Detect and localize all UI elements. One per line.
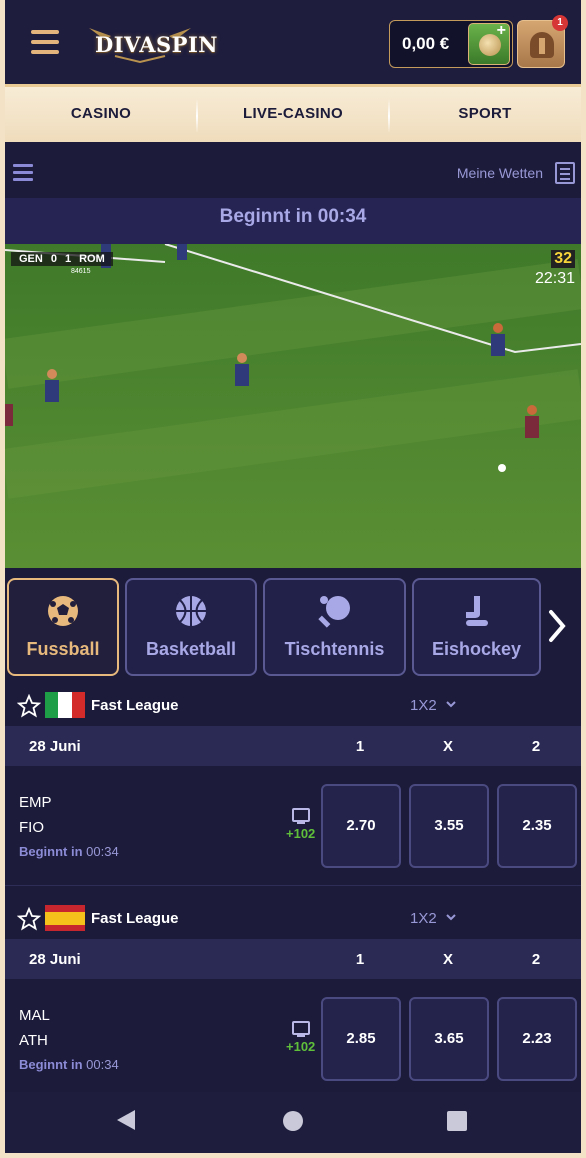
start-info: Beginnt in 00:34 [19, 1057, 119, 1072]
odd-home-button[interactable]: 2.85 [321, 997, 401, 1081]
starts-label: Beginnt in [19, 1057, 83, 1072]
recent-apps-icon[interactable] [447, 1111, 467, 1131]
date-header: 28 Juni 1 X 2 [5, 939, 581, 979]
deposit-button[interactable]: + [468, 22, 510, 65]
league-header: Fast League 1X2 [5, 684, 581, 728]
italy-flag-icon [45, 692, 85, 718]
match-clock: 32 22:31 [535, 250, 575, 288]
balance-amount: 0,00 € [402, 34, 450, 53]
tv-icon [292, 1021, 310, 1037]
tv-icon [292, 808, 310, 824]
starts-time: 00:34 [86, 844, 119, 859]
sport-tabs: Fussball Basketball Tischtennis Eishocke… [5, 568, 581, 684]
market-selector[interactable]: 1X2 [410, 910, 437, 927]
match-date: 28 Juni [29, 951, 81, 968]
home-team: EMP [19, 794, 52, 811]
main-nav: CASINO LIVE-CASINO SPORT [5, 84, 581, 142]
col-away: 2 [531, 738, 541, 755]
ice-hockey-icon [465, 596, 488, 626]
match-row[interactable]: MAL ATH Beginnt in 00:34 +102 2.85 3.65 … [5, 981, 581, 1099]
tab-tischtennis[interactable]: Tischtennis [263, 578, 406, 676]
chevron-right-icon[interactable] [547, 608, 567, 644]
odd-draw-button[interactable]: 3.55 [409, 784, 489, 868]
app-frame: DIVASPIN 0,00 € + 1 CASINO LIVE-CASINO S… [5, 0, 581, 1153]
nav-live-casino[interactable]: LIVE-CASINO [197, 105, 389, 122]
tab-fussball[interactable]: Fussball [7, 578, 119, 676]
match-minute: 32 [551, 250, 575, 268]
odd-away-button[interactable]: 2.35 [497, 784, 577, 868]
away-team: ATH [19, 1032, 48, 1049]
starts-label: Beginnt in [19, 844, 83, 859]
match-date: 28 Juni [29, 738, 81, 755]
tab-basketball[interactable]: Basketball [125, 578, 257, 676]
odd-away-button[interactable]: 2.23 [497, 997, 577, 1081]
league-name: Fast League [91, 697, 179, 714]
away-score: 1 [64, 253, 72, 265]
match-row[interactable]: EMP FIO Beginnt in 00:34 +102 2.70 3.55 … [5, 768, 581, 886]
live-video[interactable]: GEN 0 1 ROM 84615 32 22:31 [5, 244, 581, 568]
my-bets-link[interactable]: Meine Wetten [457, 165, 543, 181]
tab-eishockey[interactable]: Eishockey [412, 578, 541, 676]
league-header: Fast League 1X2 [5, 897, 581, 941]
nav-casino[interactable]: CASINO [5, 105, 197, 122]
col-draw: X [442, 951, 453, 968]
tab-label: Eishockey [431, 639, 522, 659]
date-header: 28 Juni 1 X 2 [5, 726, 581, 766]
match-time: 22:31 [534, 270, 575, 287]
chevron-down-icon[interactable] [445, 698, 457, 710]
away-team: FIO [19, 819, 44, 836]
balance-box[interactable]: 0,00 € + [389, 20, 513, 68]
basketball-icon [176, 596, 206, 626]
home-score: 0 [50, 253, 57, 265]
scoreboard: GEN 0 1 ROM [11, 252, 113, 266]
helmet-icon [530, 32, 554, 58]
logo[interactable]: DIVASPIN [85, 22, 217, 64]
star-icon[interactable] [17, 907, 41, 931]
odd-home-button[interactable]: 2.70 [321, 784, 401, 868]
col-away: 2 [531, 951, 541, 968]
more-markets[interactable]: +102 [286, 826, 315, 841]
countdown-text: Beginnt in 00:34 [219, 206, 367, 227]
sport-header: Meine Wetten [5, 150, 581, 198]
top-bar: DIVASPIN 0,00 € + 1 [5, 0, 581, 84]
bet-slip-icon[interactable] [555, 162, 575, 184]
event-id: 84615 [71, 268, 91, 275]
table-tennis-icon [317, 596, 350, 628]
system-nav-bar [5, 1092, 581, 1153]
tab-label: Tischtennis [284, 639, 385, 659]
home-icon[interactable] [283, 1111, 303, 1131]
home-team: MAL [19, 1007, 50, 1024]
market-selector[interactable]: 1X2 [410, 697, 437, 714]
star-icon[interactable] [17, 694, 41, 718]
plus-icon: + [496, 22, 506, 39]
pitch-image [5, 244, 581, 568]
profile-button[interactable]: 1 [517, 15, 568, 68]
hamburger-menu-icon[interactable] [31, 30, 59, 54]
back-icon[interactable] [117, 1110, 135, 1130]
logo-text: DIVASPIN [95, 32, 218, 57]
more-markets[interactable]: +102 [286, 1039, 315, 1054]
sport-menu-icon[interactable] [13, 164, 33, 182]
tab-label: Fussball [26, 639, 100, 659]
col-home: 1 [355, 738, 365, 755]
start-info: Beginnt in 00:34 [19, 844, 119, 859]
chevron-down-icon[interactable] [445, 911, 457, 923]
away-team-code: ROM [79, 253, 105, 265]
col-home: 1 [355, 951, 365, 968]
col-draw: X [442, 738, 453, 755]
starts-time: 00:34 [86, 1057, 119, 1072]
countdown-bar: Beginnt in 00:34 [5, 198, 581, 244]
league-name: Fast League [91, 910, 179, 927]
odd-draw-button[interactable]: 3.65 [409, 997, 489, 1081]
football-icon [48, 596, 78, 626]
tab-label: Basketball [145, 639, 237, 659]
home-team-code: GEN [19, 253, 43, 265]
nav-sport[interactable]: SPORT [389, 105, 581, 122]
spain-flag-icon [45, 905, 85, 931]
notification-badge: 1 [552, 15, 568, 31]
